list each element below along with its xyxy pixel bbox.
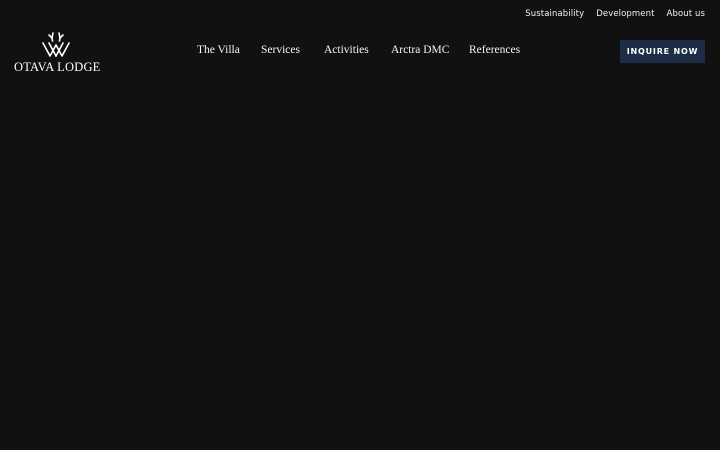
inquire-now-button[interactable]: INQUIRE NOW (620, 40, 705, 63)
antler-monogram-icon (42, 32, 70, 57)
site-logo[interactable]: OTAVA LODGE (14, 29, 101, 75)
main-nav: The Villa Services Activities Arctra DMC… (197, 44, 529, 56)
nav-item-services[interactable]: Services (261, 44, 324, 56)
logo-wordmark: OTAVA LODGE (14, 60, 101, 74)
nav-item-arctra-dmc[interactable]: Arctra DMC (391, 44, 469, 56)
nav-item-activities[interactable]: Activities (324, 44, 391, 56)
about-us-link[interactable]: About us (667, 9, 705, 19)
nav-item-references[interactable]: References (469, 44, 529, 56)
development-link[interactable]: Development (596, 9, 654, 19)
sustainability-link[interactable]: Sustainability (525, 9, 584, 19)
page: Sustainability Development About us OTAV… (0, 0, 720, 450)
hero-area (0, 85, 720, 450)
nav-item-the-villa[interactable]: The Villa (197, 44, 261, 56)
utility-nav: Sustainability Development About us (525, 9, 705, 19)
